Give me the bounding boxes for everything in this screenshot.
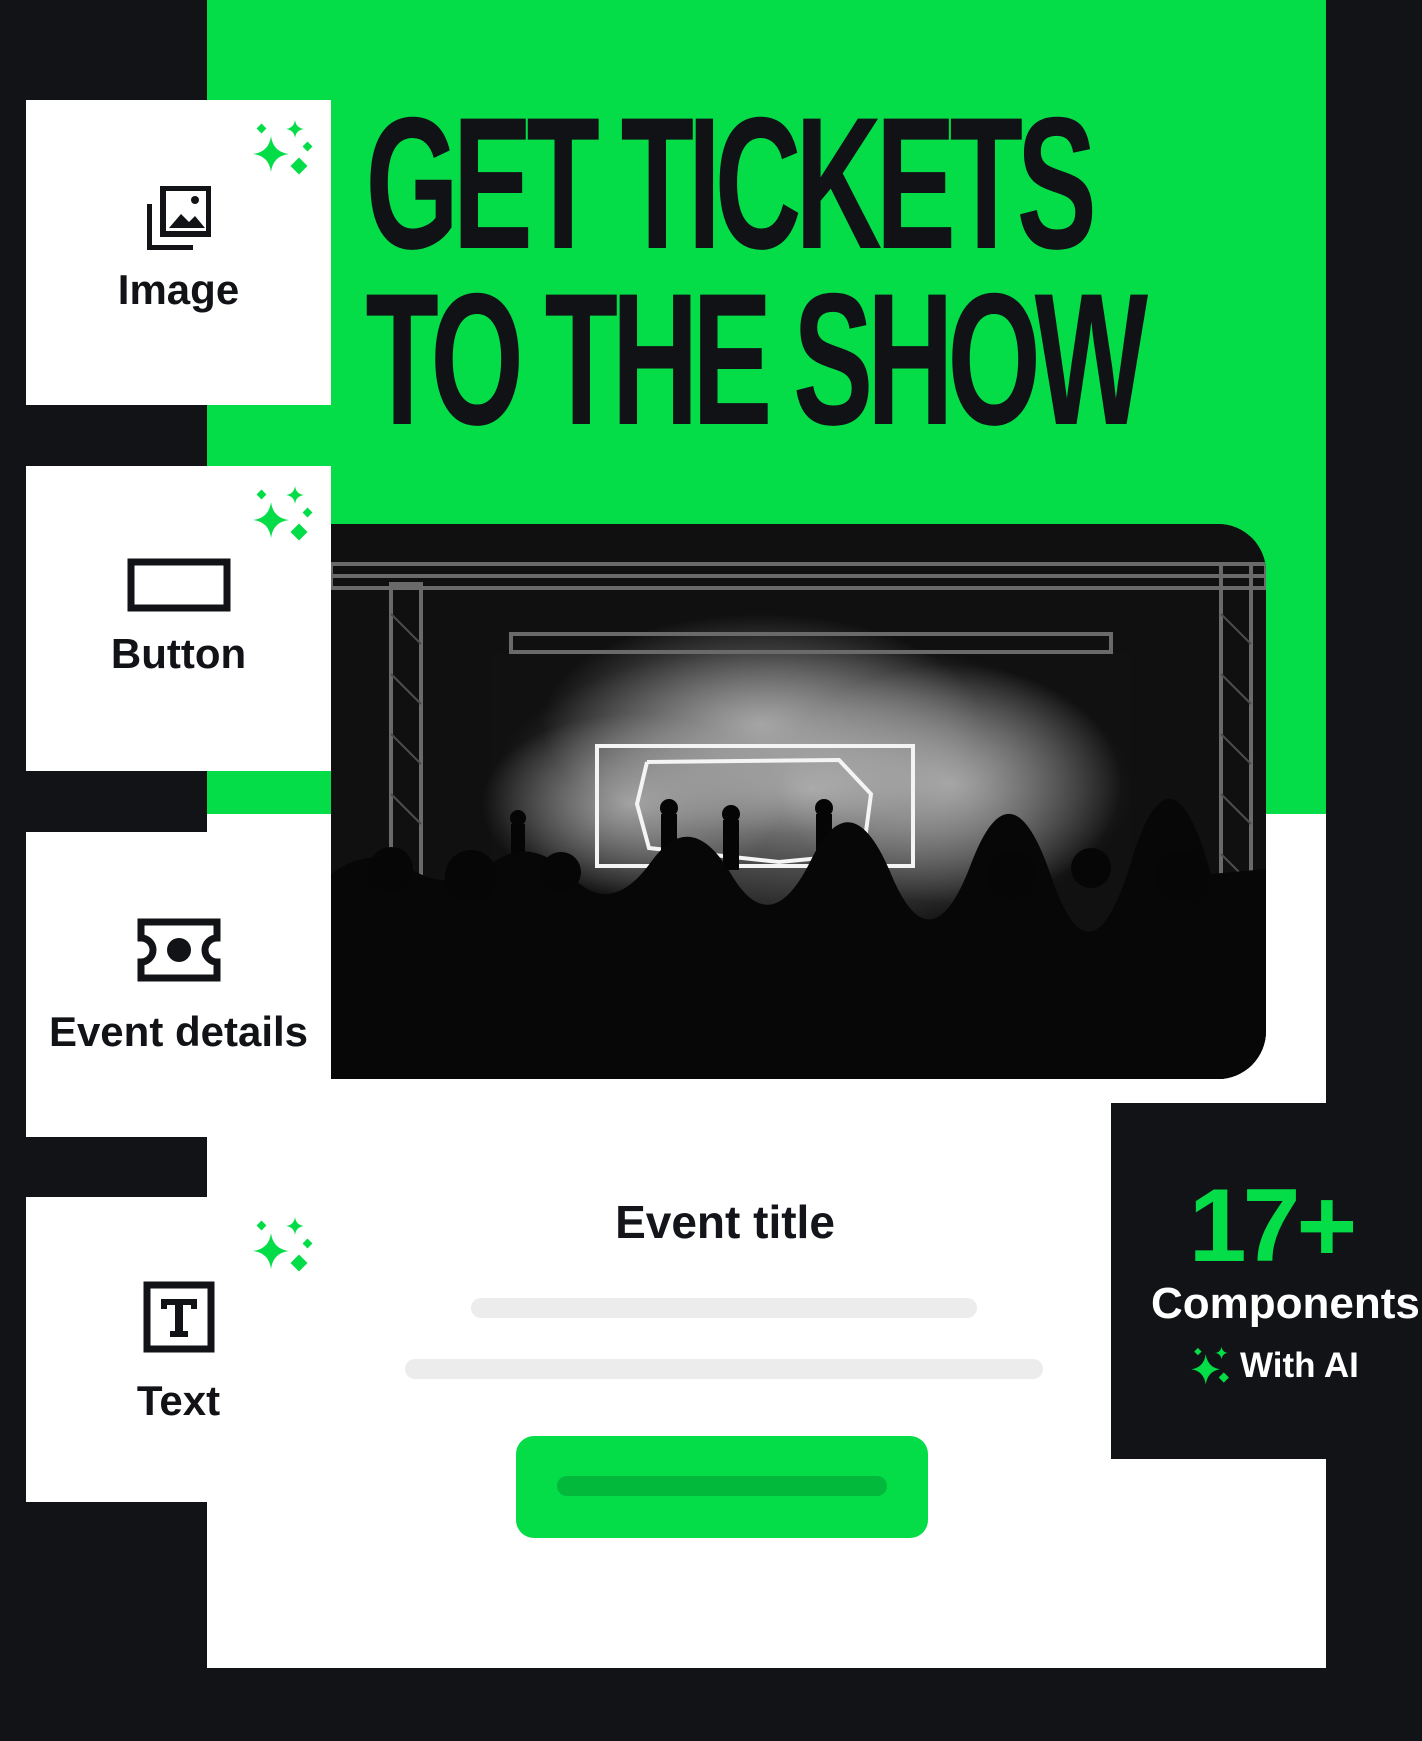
get-tickets-button[interactable] xyxy=(516,1436,928,1538)
ai-sparkle-icon xyxy=(253,486,313,541)
event-title: Event title xyxy=(615,1196,835,1248)
components-badge: 17+ Components With AI xyxy=(1111,1103,1422,1459)
ai-sparkle-icon xyxy=(253,120,313,175)
component-card-event-details[interactable]: Event details xyxy=(26,832,331,1137)
with-ai-row: With AI xyxy=(1190,1345,1359,1387)
sparkle-icon xyxy=(1191,1346,1229,1385)
component-label: Text xyxy=(136,1377,221,1424)
component-card-button[interactable]: Button xyxy=(26,466,331,771)
component-label: Event details xyxy=(48,1008,309,1055)
text-placeholder-line xyxy=(471,1298,977,1318)
with-ai-label: With AI xyxy=(1240,1346,1359,1385)
components-count: 17+ xyxy=(1188,1168,1357,1284)
text-placeholder-line xyxy=(405,1359,1043,1379)
ai-sparkle-icon xyxy=(253,1217,313,1272)
headline-line-1: GET TICKETS xyxy=(365,78,1096,288)
hero-headline: GET TICKETS TO THE SHOW xyxy=(365,78,1148,464)
component-label: Image xyxy=(117,266,240,313)
text-box-icon xyxy=(143,1281,214,1353)
component-label: Button xyxy=(110,630,247,677)
components-label: Components xyxy=(1151,1279,1420,1328)
event-image[interactable] xyxy=(331,524,1266,1079)
component-card-text[interactable]: Text xyxy=(26,1197,331,1502)
ticket-icon xyxy=(137,918,220,982)
headline-line-2: TO THE SHOW xyxy=(365,254,1148,464)
image-gallery-icon xyxy=(146,186,211,250)
button-label-placeholder xyxy=(557,1476,887,1496)
button-outline-icon xyxy=(127,558,230,612)
component-card-image[interactable]: Image xyxy=(26,100,331,405)
